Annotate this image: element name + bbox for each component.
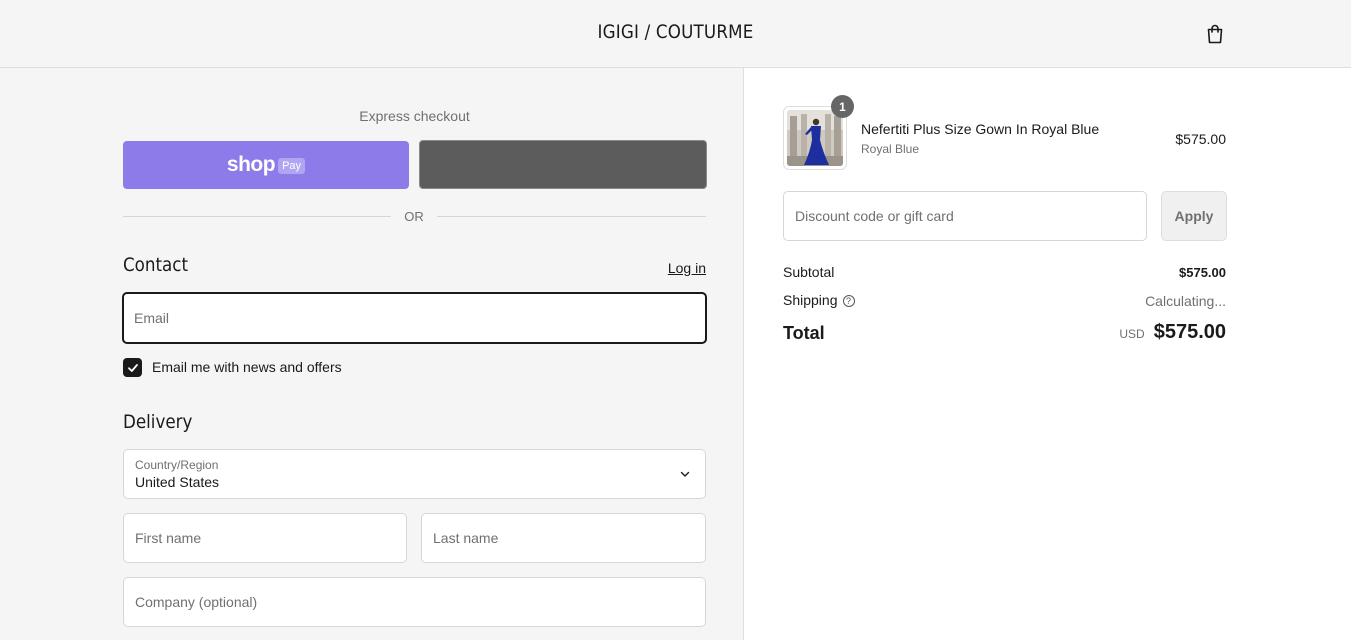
shop-pay-tag: Pay xyxy=(278,158,306,174)
first-name-field-wrapper xyxy=(123,513,407,563)
divider-left xyxy=(123,216,391,217)
shopping-bag-icon[interactable] xyxy=(1203,22,1227,46)
newsletter-label: Email me with news and offers xyxy=(152,359,342,375)
quantity-badge: 1 xyxy=(831,95,854,118)
shipping-value: Calculating... xyxy=(1145,293,1226,309)
contact-heading: Contact xyxy=(123,254,189,276)
checkmark-icon xyxy=(127,363,138,372)
currency-code: USD xyxy=(1119,327,1145,341)
apply-discount-button[interactable]: Apply xyxy=(1161,191,1227,241)
login-link[interactable]: Log in xyxy=(600,260,706,276)
country-select-value: United States xyxy=(135,474,220,490)
email-input[interactable] xyxy=(124,294,705,342)
order-summary-panel: 1 Nefertiti Plus Size Gown In Royal Blue… xyxy=(745,68,1351,640)
delivery-heading: Delivery xyxy=(123,411,193,433)
discount-field-wrapper xyxy=(783,191,1147,241)
store-brand-logo[interactable]: IGIGI / COUTURME xyxy=(81,21,1270,43)
chevron-down-icon xyxy=(680,471,690,477)
or-divider-text: OR xyxy=(404,209,424,224)
first-name-input[interactable] xyxy=(124,514,406,562)
checkout-form-panel: Express checkout shop Pay OR Contact Log… xyxy=(0,68,744,640)
product-name: Nefertiti Plus Size Gown In Royal Blue xyxy=(861,121,1100,137)
discount-code-input[interactable] xyxy=(784,192,1146,240)
subtotal-value: $575.00 xyxy=(1179,265,1226,280)
shop-pay-button[interactable]: shop Pay xyxy=(123,141,409,189)
last-name-input[interactable] xyxy=(422,514,705,562)
country-select-label: Country/Region xyxy=(135,458,219,472)
product-image xyxy=(787,110,843,166)
product-variant: Royal Blue xyxy=(861,142,920,156)
email-field-wrapper xyxy=(122,292,707,344)
product-thumbnail: 1 xyxy=(783,95,854,170)
company-field-wrapper xyxy=(123,577,706,627)
shop-pay-logo-text: shop xyxy=(226,153,276,176)
total-amount: USD $575.00 xyxy=(1119,321,1226,344)
newsletter-checkbox[interactable] xyxy=(123,358,142,377)
subtotal-label: Subtotal xyxy=(783,264,835,280)
shipping-label-row: Shipping? xyxy=(783,292,855,308)
divider-right xyxy=(437,216,706,217)
gown-image-icon xyxy=(787,110,843,166)
express-checkout-title: Express checkout xyxy=(359,108,470,124)
checkout-header: IGIGI / COUTURME xyxy=(0,0,1351,68)
shipping-label: Shipping xyxy=(783,292,838,308)
help-circle-icon[interactable]: ? xyxy=(842,295,855,307)
product-price: $575.00 xyxy=(1175,131,1226,147)
total-label: Total xyxy=(783,323,825,343)
company-input[interactable] xyxy=(124,578,705,626)
total-value: $575.00 xyxy=(1153,321,1226,343)
express-payment-button[interactable] xyxy=(419,140,707,189)
country-select[interactable]: Country/Region United States xyxy=(123,449,706,499)
last-name-field-wrapper xyxy=(421,513,706,563)
